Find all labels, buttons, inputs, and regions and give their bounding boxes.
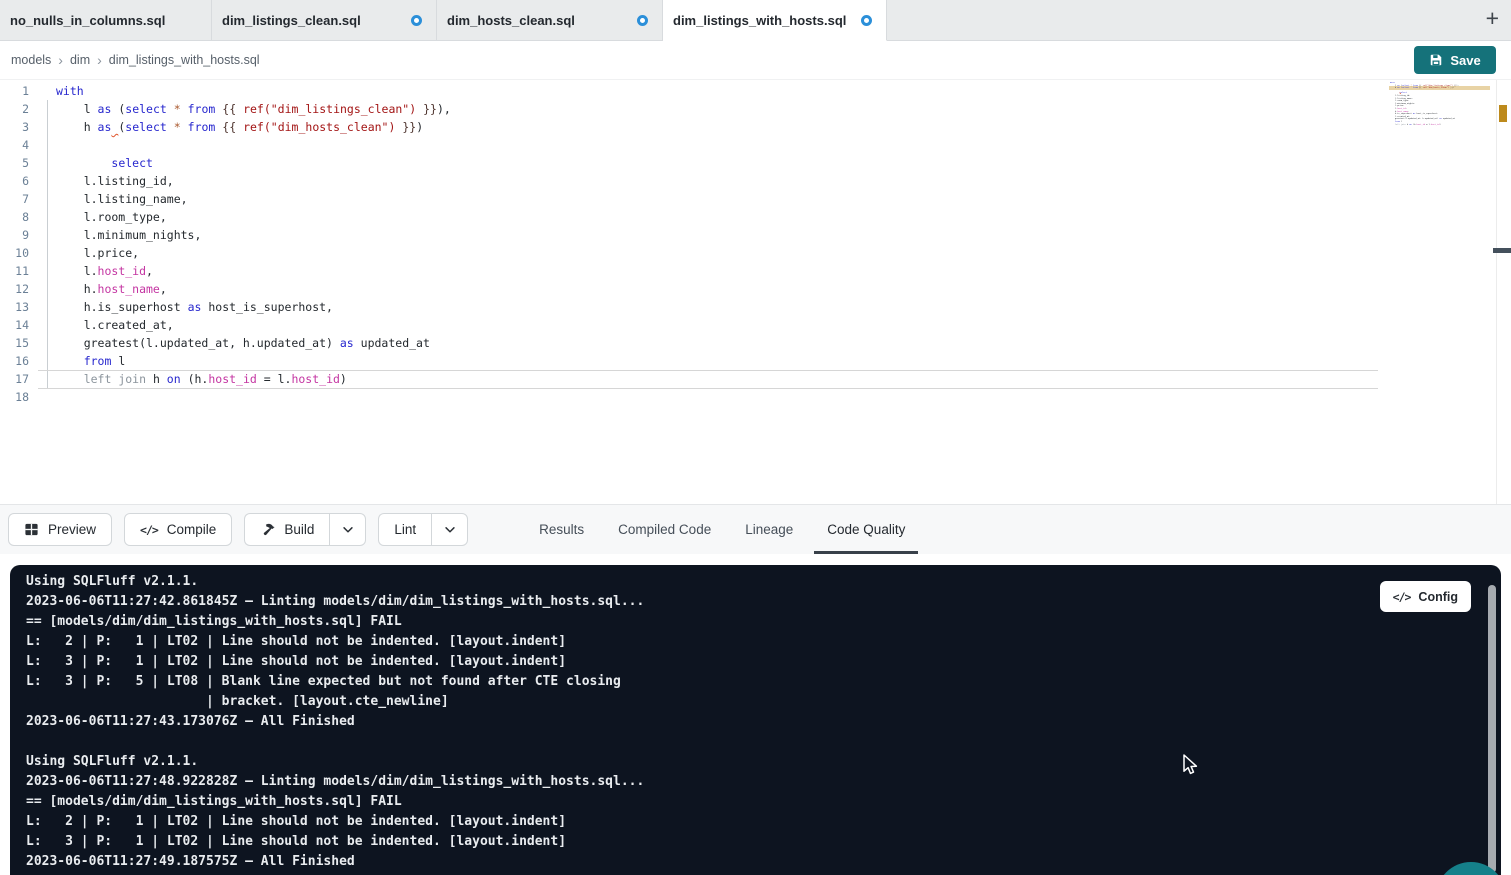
compile-button[interactable]: </> Compile (124, 513, 232, 546)
action-toolbar: Preview </> Compile Build Lint (0, 505, 1511, 554)
dbt-ide-window: no_nulls_in_columns.sql dim_listings_cle… (0, 0, 1511, 875)
overview-ruler (1496, 80, 1511, 504)
tab-dim-hosts-clean-sql[interactable]: dim_hosts_clean.sql (437, 0, 663, 41)
code-icon: </> (140, 523, 158, 537)
terminal-output: Using SQLFluff v2.1.1. 2023-06-06T11:27:… (10, 565, 1501, 875)
tab-code-quality-label: Code Quality (827, 522, 905, 537)
code-editor[interactable]: 123456789101112131415161718 with l as (s… (0, 80, 1511, 505)
tab-no-nulls-in-columns-sql[interactable]: no_nulls_in_columns.sql (0, 0, 212, 41)
chevron-down-icon (443, 523, 457, 537)
tab-code-quality[interactable]: Code Quality (810, 505, 922, 554)
code-icon: </> (1393, 590, 1411, 604)
compile-label: Compile (167, 522, 217, 537)
tab-label: no_nulls_in_columns.sql (10, 13, 165, 28)
tab-compiled-code[interactable]: Compiled Code (601, 505, 728, 554)
chevron-down-icon (341, 523, 355, 537)
hammer-icon (260, 522, 275, 537)
preview-label: Preview (48, 522, 96, 537)
chevron-right-icon: › (58, 52, 63, 68)
table-grid-icon (24, 522, 39, 537)
unsaved-changes-dot-icon (411, 15, 422, 26)
tab-label: dim_listings_with_hosts.sql (673, 13, 846, 28)
preview-button[interactable]: Preview (8, 513, 112, 546)
unsaved-changes-dot-icon (637, 15, 648, 26)
line-numbers: 123456789101112131415161718 (0, 82, 29, 406)
terminal-wrapper: Using SQLFluff v2.1.1. 2023-06-06T11:27:… (0, 554, 1511, 875)
build-dropdown-button[interactable] (329, 513, 366, 546)
config-label: Config (1418, 590, 1458, 604)
lint-label: Lint (394, 522, 416, 537)
lint-warning-marker (1499, 105, 1507, 122)
save-button[interactable]: Save (1414, 46, 1496, 74)
tab-lineage-label: Lineage (745, 522, 793, 537)
save-floppy-icon (1429, 53, 1443, 67)
tab-label: dim_listings_clean.sql (222, 13, 361, 28)
tab-results[interactable]: Results (522, 505, 601, 554)
result-panel-tabs: Results Compiled Code Lineage Code Quali… (522, 505, 922, 554)
tab-results-label: Results (539, 522, 584, 537)
indent-guide (47, 100, 48, 388)
code-content[interactable]: with l as (select * from {{ ref("dim_lis… (56, 82, 451, 406)
save-button-label: Save (1450, 53, 1480, 68)
breadcrumb-row: models › dim › dim_listings_with_hosts.s… (0, 41, 1511, 80)
config-button[interactable]: </> Config (1380, 581, 1471, 612)
new-tab-button[interactable]: + (1474, 7, 1511, 33)
cursor-position-marker (1493, 248, 1511, 253)
build-label: Build (284, 522, 314, 537)
lint-button[interactable]: Lint (378, 513, 431, 546)
lint-dropdown-button[interactable] (431, 513, 468, 546)
chevron-right-icon: › (97, 52, 102, 68)
file-tab-bar: no_nulls_in_columns.sql dim_listings_cle… (0, 0, 1511, 41)
breadcrumb-item-dim: dim (70, 53, 90, 67)
tab-compiled-code-label: Compiled Code (618, 522, 711, 537)
build-button[interactable]: Build (244, 513, 329, 546)
breadcrumb-item-models: models (11, 53, 51, 67)
code-quality-terminal: Using SQLFluff v2.1.1. 2023-06-06T11:27:… (10, 565, 1501, 875)
tab-dim-listings-clean-sql[interactable]: dim_listings_clean.sql (212, 0, 437, 41)
unsaved-changes-dot-icon (861, 15, 872, 26)
terminal-scrollbar[interactable] (1488, 585, 1496, 873)
minimap[interactable]: with l as (select * from {{ ref("dim_lis… (1390, 82, 1490, 129)
lint-button-group: Lint (378, 513, 468, 546)
breadcrumb-item-file: dim_listings_with_hosts.sql (109, 53, 260, 67)
tab-bar-filler: + (887, 0, 1511, 41)
minimap-code: with l as (select * from {{ ref("dim_lis… (1390, 82, 1490, 129)
tab-dim-listings-with-hosts-sql[interactable]: dim_listings_with_hosts.sql (663, 0, 887, 41)
tab-lineage[interactable]: Lineage (728, 505, 810, 554)
tab-label: dim_hosts_clean.sql (447, 13, 575, 28)
build-button-group: Build (244, 513, 366, 546)
